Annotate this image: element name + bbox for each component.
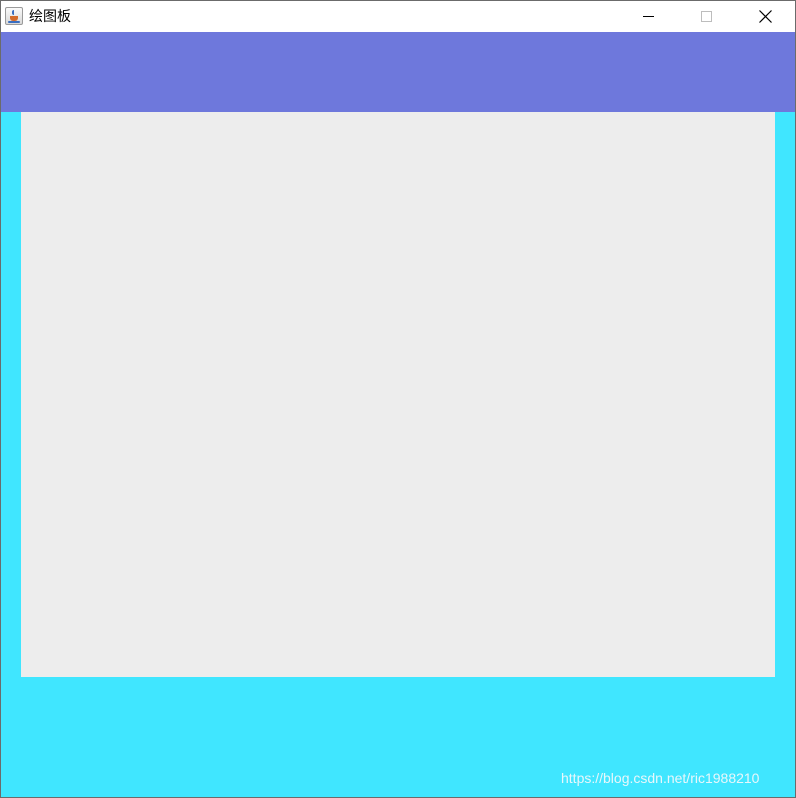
title-bar[interactable]: 绘图板 bbox=[1, 1, 795, 32]
close-icon bbox=[759, 10, 772, 23]
app-window: 绘图板 https://blog.csdn.net/ric1988210 bbox=[0, 0, 796, 798]
drawing-canvas[interactable] bbox=[21, 112, 775, 677]
window-title: 绘图板 bbox=[29, 9, 71, 25]
maximize-icon bbox=[701, 11, 712, 22]
watermark-text: https://blog.csdn.net/ric1988210 bbox=[561, 770, 760, 786]
minimize-button[interactable] bbox=[626, 1, 672, 32]
minimize-icon bbox=[643, 16, 654, 17]
toolbar-panel bbox=[1, 32, 795, 112]
java-cup-icon[interactable] bbox=[5, 7, 23, 25]
close-button[interactable] bbox=[742, 1, 788, 32]
maximize-button[interactable] bbox=[684, 1, 730, 32]
